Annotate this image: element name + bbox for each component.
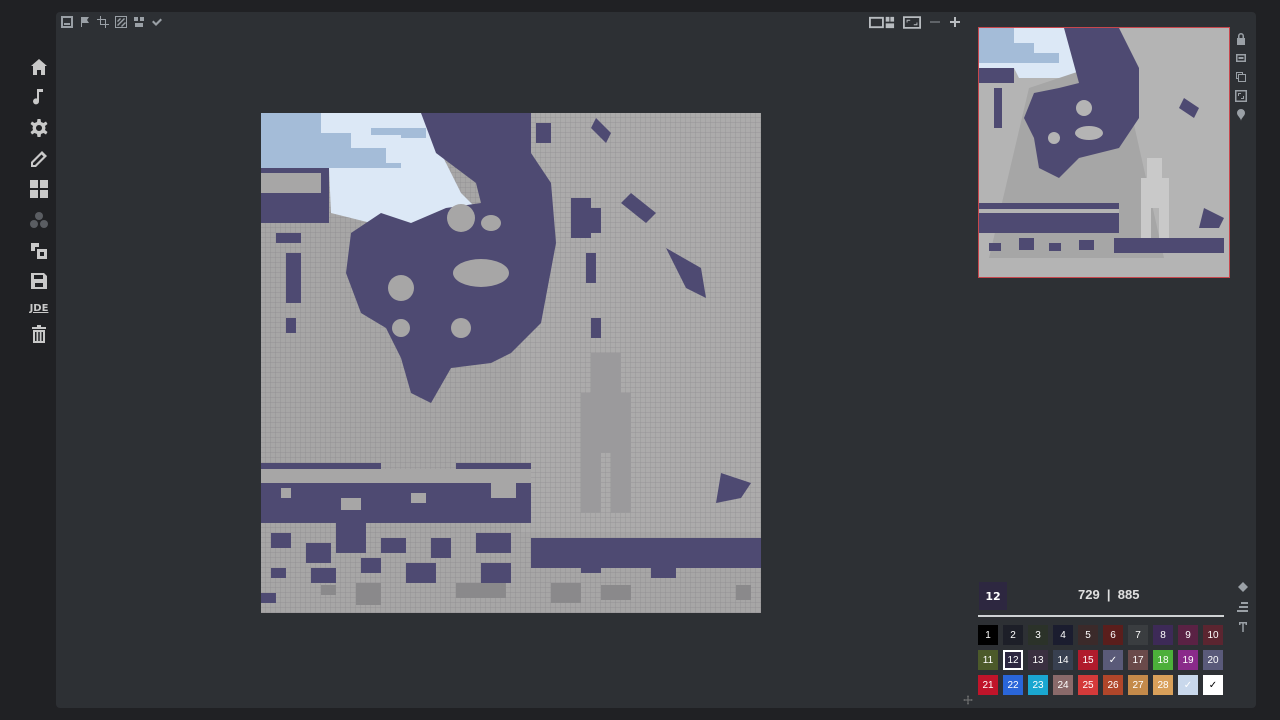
music-note-icon[interactable] bbox=[28, 86, 50, 108]
stamp-icon[interactable] bbox=[132, 15, 146, 29]
color-swatch[interactable]: 19 bbox=[1178, 650, 1198, 670]
left-sidebar: JDE bbox=[0, 0, 56, 720]
jde-label[interactable]: JDE bbox=[28, 297, 50, 319]
color-swatch[interactable]: 12 bbox=[1003, 650, 1023, 670]
split-view-icon[interactable] bbox=[868, 15, 896, 29]
pin-icon[interactable] bbox=[1234, 108, 1248, 122]
trash-icon[interactable] bbox=[28, 323, 50, 345]
color-swatch[interactable]: 22 bbox=[1003, 675, 1023, 695]
gear-icon[interactable] bbox=[28, 117, 50, 139]
list-icon[interactable] bbox=[1236, 600, 1250, 614]
color-swatch[interactable]: 28 bbox=[1153, 675, 1173, 695]
color-swatch[interactable]: 2 bbox=[1003, 625, 1023, 645]
color-swatch[interactable]: 18 bbox=[1153, 650, 1173, 670]
import-icon[interactable] bbox=[28, 240, 50, 262]
copy-icon[interactable] bbox=[1234, 70, 1248, 84]
color-swatches: 1 2 3 4 5 6 7 8 9 10 11 12 13 14 15 ✓ 17 18 19 20 21 22 23 24 25… bbox=[978, 625, 1226, 695]
color-swatch[interactable]: 20 bbox=[1203, 650, 1223, 670]
fill-icon[interactable] bbox=[1236, 580, 1250, 594]
color-swatch[interactable]: 23 bbox=[1028, 675, 1048, 695]
color-swatch[interactable]: 25 bbox=[1078, 675, 1098, 695]
check-icon[interactable] bbox=[150, 15, 164, 29]
lock-icon[interactable] bbox=[1234, 32, 1248, 46]
save-icon[interactable] bbox=[28, 270, 50, 292]
color-swatch[interactable]: 21 bbox=[978, 675, 998, 695]
top-toolbar bbox=[60, 15, 164, 31]
minimap-toolbar bbox=[1234, 32, 1250, 127]
color-swatch[interactable]: 13 bbox=[1028, 650, 1048, 670]
home-icon[interactable] bbox=[28, 56, 50, 78]
pixel-canvas[interactable] bbox=[261, 113, 761, 613]
color-swatch[interactable]: 17 bbox=[1128, 650, 1148, 670]
color-swatch[interactable]: 26 bbox=[1103, 675, 1123, 695]
cursor-coordinates: 729 | 885 bbox=[1078, 587, 1140, 602]
color-swatch[interactable]: 9 bbox=[1178, 625, 1198, 645]
font-icon[interactable] bbox=[1236, 620, 1250, 634]
palette-divider bbox=[978, 615, 1224, 617]
pencil-icon[interactable] bbox=[28, 148, 50, 170]
color-swatch[interactable]: 10 bbox=[1203, 625, 1223, 645]
flag-icon[interactable] bbox=[78, 15, 92, 29]
zoom-out-icon[interactable] bbox=[928, 15, 942, 29]
minimap-preview[interactable] bbox=[978, 27, 1230, 278]
color-swatch[interactable]: 3 bbox=[1028, 625, 1048, 645]
layer-icon[interactable] bbox=[1234, 51, 1248, 65]
color-swatch[interactable]: 6 bbox=[1103, 625, 1123, 645]
frame-icon[interactable] bbox=[60, 15, 74, 29]
color-swatch[interactable]: 14 bbox=[1053, 650, 1073, 670]
palette-toolbar bbox=[1236, 580, 1250, 640]
resize-handle-icon[interactable] bbox=[962, 694, 974, 706]
hatch-icon[interactable] bbox=[114, 15, 128, 29]
view-toolbar bbox=[868, 15, 962, 29]
color-swatch[interactable]: 24 bbox=[1053, 675, 1073, 695]
color-swatch[interactable]: 27 bbox=[1128, 675, 1148, 695]
palette-panel: 12 729 | 885 1 2 3 4 5 6 7 8 9 10 11 12 13 14 15 ✓ 17 18 1… bbox=[978, 580, 1226, 702]
crop-icon[interactable] bbox=[96, 15, 110, 29]
color-swatch[interactable]: 8 bbox=[1153, 625, 1173, 645]
color-swatch[interactable]: 11 bbox=[978, 650, 998, 670]
fullscreen-icon[interactable] bbox=[1234, 89, 1248, 103]
color-swatch[interactable]: ✓ bbox=[1203, 675, 1223, 695]
color-swatch[interactable]: 4 bbox=[1053, 625, 1073, 645]
bubbles-icon[interactable] bbox=[28, 209, 50, 231]
app-frame: JDE 12 729 | 885 1 2 3 4 5 6 7 8 9 10 11… bbox=[0, 0, 1280, 720]
color-swatch[interactable]: 5 bbox=[1078, 625, 1098, 645]
color-swatch[interactable]: 15 bbox=[1078, 650, 1098, 670]
grid-layout-icon[interactable] bbox=[28, 178, 50, 200]
color-swatch[interactable]: ✓ bbox=[1103, 650, 1123, 670]
color-swatch[interactable]: 7 bbox=[1128, 625, 1148, 645]
current-color-swatch[interactable]: 12 bbox=[979, 582, 1007, 610]
color-swatch[interactable]: 1 bbox=[978, 625, 998, 645]
zoom-in-icon[interactable] bbox=[948, 15, 962, 29]
fit-screen-icon[interactable] bbox=[902, 15, 922, 29]
color-swatch[interactable]: ✓ bbox=[1178, 675, 1198, 695]
